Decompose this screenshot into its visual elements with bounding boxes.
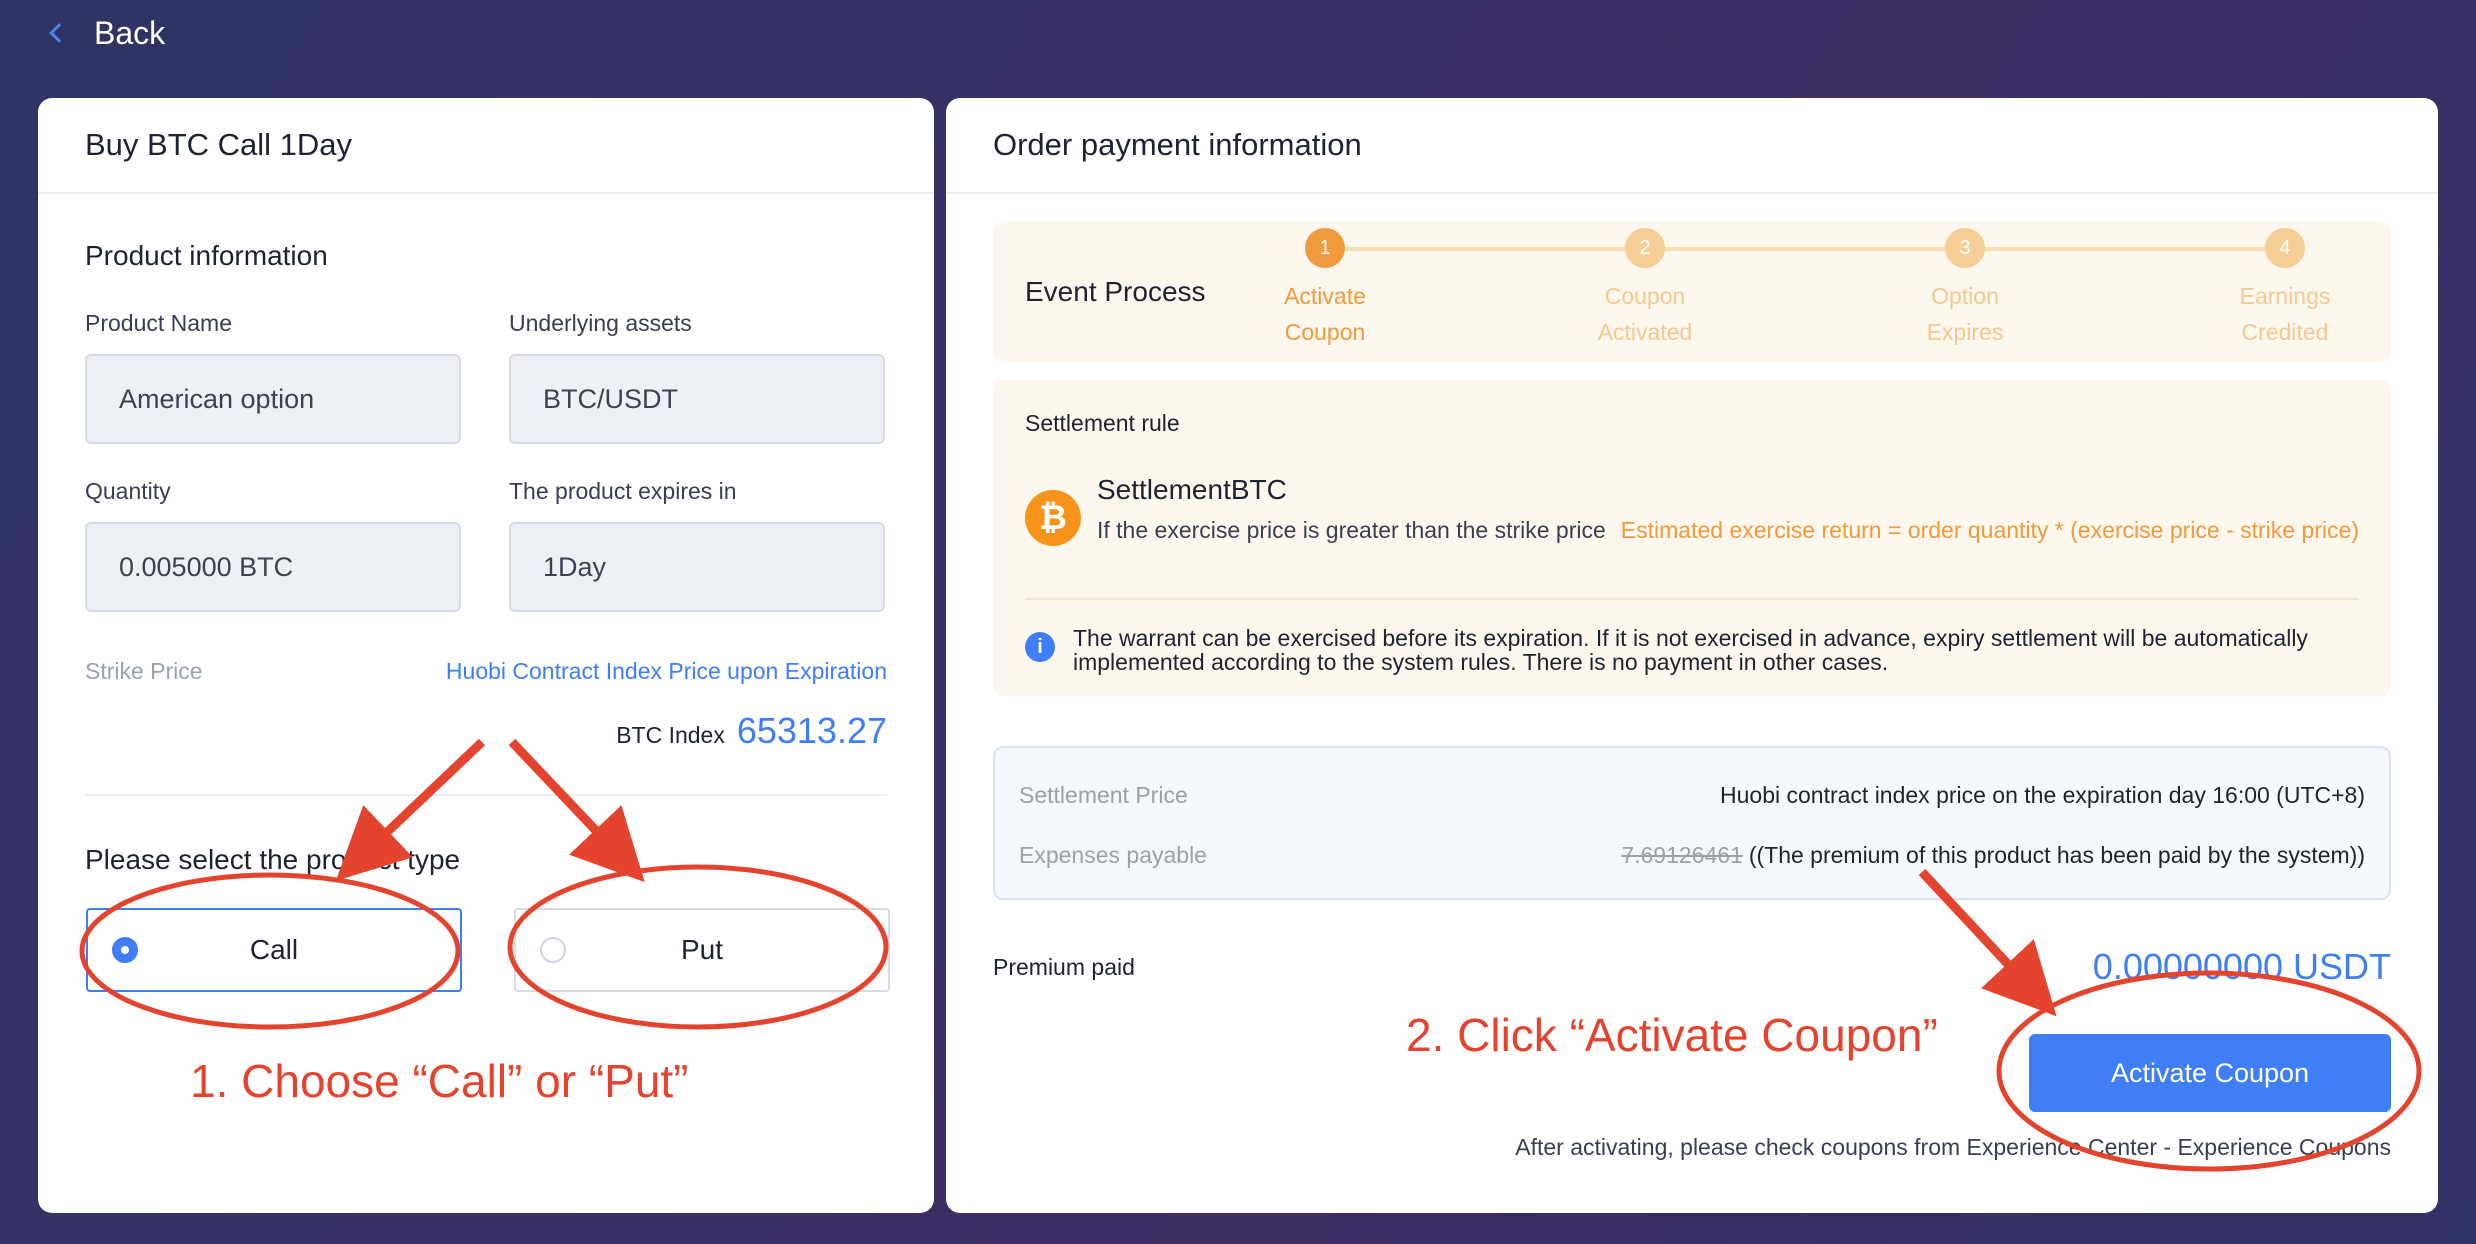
settlement-details: Settlement Price Huobi contract index pr… — [993, 746, 2391, 900]
step-option-expires: 3 Option Expires — [1885, 228, 2045, 350]
after-activation-note: After activating, please check coupons f… — [1515, 1134, 2391, 1160]
step-number: 4 — [2265, 228, 2305, 268]
product-info-heading: Product information — [85, 240, 328, 271]
step-label: Activated — [1597, 319, 1693, 345]
step-number: 2 — [1625, 228, 1665, 268]
product-type-heading: Please select the product type — [85, 844, 461, 875]
premium-paid-label: Premium paid — [993, 954, 1135, 980]
step-label: Option — [1931, 283, 1999, 309]
put-option-label: Put — [680, 934, 724, 965]
step-earnings-credited: 4 Earnings Credited — [2205, 228, 2365, 350]
settlement-price-value: Huobi contract index price on the expira… — [1720, 782, 2365, 808]
settlement-rule-title: Settlement rule — [1025, 410, 1180, 436]
step-activate-coupon: 1 Activate Coupon — [1245, 228, 1405, 350]
call-option-label: Call — [249, 934, 299, 965]
step-coupon-activated: 2 Coupon Activated — [1565, 228, 1725, 350]
settlement-price-row: Settlement Price Huobi contract index pr… — [1019, 782, 2365, 809]
step-number: 1 — [1305, 228, 1345, 268]
step-label: Expires — [1926, 319, 2004, 345]
panel-title: Order payment information — [946, 98, 2438, 194]
expenses-note: ((The premium of this product has been p… — [1748, 842, 2365, 868]
panel-title: Buy BTC Call 1Day — [38, 98, 934, 194]
put-option-button[interactable]: Put — [514, 908, 890, 992]
quantity-field: 0.005000 BTC — [85, 522, 461, 612]
back-label: Back — [94, 14, 166, 51]
product-name-label: Product Name — [85, 310, 233, 336]
premium-paid-value: 0.00000000 USDT — [2092, 946, 2391, 987]
btc-index-label: BTC Index — [616, 722, 725, 748]
expenses-label: Expenses payable — [1019, 842, 1207, 868]
step-label: Earnings — [2239, 283, 2331, 309]
settlement-rule-box: Settlement rule ₿ SettlementBTC If the e… — [993, 380, 2391, 696]
call-option-button[interactable]: Call — [86, 908, 462, 992]
bitcoin-icon: ₿ — [1025, 490, 1081, 546]
annotation-step1: 1. Choose “Call” or “Put” — [190, 1055, 689, 1107]
strike-price-label: Strike Price — [85, 658, 203, 684]
chevron-left-icon — [49, 23, 69, 43]
step-label: Coupon — [1604, 283, 1686, 309]
annotation-step2: 2. Click “Activate Coupon” — [1406, 1009, 1938, 1061]
settlement-name: SettlementBTC — [1097, 474, 1287, 505]
event-process-label: Event Process — [1025, 276, 1206, 307]
btc-index-value: 65313.27 — [736, 710, 887, 751]
radio-checked-icon — [112, 937, 138, 963]
event-process: Event Process 1 Activate Coupon 2 Coupon A… — [993, 222, 2391, 362]
divider — [85, 794, 887, 796]
radio-unchecked-icon — [540, 937, 566, 963]
step-label: Activate — [1284, 283, 1366, 309]
back-button[interactable]: Back — [46, 12, 165, 54]
expires-label: The product expires in — [509, 478, 737, 504]
step-number: 3 — [1945, 228, 1985, 268]
btc-index: BTC Index 65313.27 — [616, 710, 887, 752]
underlying-assets-label: Underlying assets — [509, 310, 692, 336]
settlement-price-label: Settlement Price — [1019, 782, 1188, 808]
expenses-row: Expenses payable 7.69126461 ((The premium… — [1019, 842, 2365, 869]
buy-option-panel: Buy BTC Call 1Day Product information Pr… — [38, 98, 934, 1213]
settlement-info-text: The warrant can be exercised before its … — [1073, 625, 2308, 675]
settlement-formula: Estimated exercise return = order quanti… — [1620, 517, 2359, 543]
product-name-field: American option — [85, 354, 461, 444]
step-label: Coupon — [1284, 319, 1366, 345]
expenses-original-value: 7.69126461 — [1621, 842, 1743, 868]
underlying-assets-field: BTC/USDT — [509, 354, 885, 444]
step-label: Credited — [2241, 319, 2329, 345]
info-icon: i — [1025, 632, 1055, 662]
divider — [1025, 598, 2359, 600]
strike-price-link[interactable]: Huobi Contract Index Price upon Expirati… — [446, 658, 887, 685]
activate-coupon-button[interactable]: Activate Coupon — [2029, 1034, 2391, 1112]
quantity-label: Quantity — [85, 478, 171, 504]
progress-line — [1323, 247, 2283, 251]
settlement-condition: If the exercise price is greater than th… — [1097, 517, 1606, 543]
expires-field: 1Day — [509, 522, 885, 612]
